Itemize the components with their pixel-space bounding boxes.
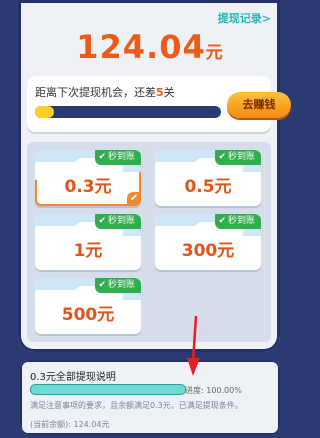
withdraw-option-4[interactable]: ✔ 秒到账 500元	[35, 278, 141, 334]
instant-badge: ✔ 秒到账	[95, 214, 141, 229]
withdraw-option-0[interactable]: ✔ 秒到账 0.3元 ✔	[35, 150, 141, 206]
progress-bar	[35, 106, 221, 118]
instant-badge: ✔ 秒到账	[95, 150, 141, 165]
withdraw-info-box: 0.3元全部提现说明 进度: 100.00% 满足注意事项的要求，且余额满足0.…	[20, 360, 280, 435]
progress-text-before: 距离下次提现机会，还差	[35, 86, 156, 99]
balance-display: 124.04元	[0, 28, 299, 66]
earn-money-button[interactable]: 去赚钱	[227, 92, 291, 118]
info-progress-label: 进度: 100.00%	[185, 386, 242, 395]
option-amount: 0.3元	[64, 177, 112, 197]
option-amount: 500元	[61, 305, 115, 325]
info-progress-bar	[30, 384, 186, 395]
withdraw-option-3[interactable]: ✔ 秒到账 300元	[155, 214, 261, 270]
progress-text-after: 关	[163, 86, 175, 99]
instant-badge: ✔ 秒到账	[215, 150, 261, 165]
info-current-balance: (当前余额): 124.04元	[30, 420, 110, 429]
levels-left: 5	[156, 86, 164, 99]
check-circle-icon: ✔	[98, 280, 106, 290]
check-circle-icon: ✔	[98, 152, 106, 162]
next-withdraw-progress-card: 距离下次提现机会，还差5关 去赚钱	[27, 76, 291, 132]
balance-amount: 124.04	[76, 28, 206, 66]
check-icon: ✔	[127, 192, 141, 206]
progress-bar-fill	[35, 106, 54, 118]
option-amount: 300元	[181, 241, 235, 261]
info-title: 0.3元全部提现说明	[30, 372, 116, 383]
option-amount: 1元	[73, 241, 103, 261]
check-circle-icon: ✔	[218, 152, 226, 162]
withdraw-record-link[interactable]: 提现记录>	[218, 10, 271, 26]
check-circle-icon: ✔	[98, 216, 106, 226]
option-amount: 0.5元	[184, 177, 232, 197]
progress-text: 距离下次提现机会，还差5关	[35, 84, 175, 100]
check-circle-icon: ✔	[218, 216, 226, 226]
withdraw-option-2[interactable]: ✔ 秒到账 1元	[35, 214, 141, 270]
instant-badge: ✔ 秒到账	[215, 214, 261, 229]
info-description: 满足注意事项的要求，且余额满足0.3元，已满足提现条件。	[30, 401, 243, 410]
withdraw-options-panel: ✔ 秒到账 0.3元 ✔ ✔ 秒到账 0.5元 ✔ 秒到账 1元 ✔ 秒到账 300元 …	[27, 142, 271, 342]
withdraw-option-1[interactable]: ✔ 秒到账 0.5元	[155, 150, 261, 206]
instant-badge: ✔ 秒到账	[95, 278, 141, 293]
balance-unit: 元	[205, 43, 223, 63]
page: { "header": { "record_link": "提现记录>" }, …	[0, 0, 299, 438]
red-arrow-icon	[187, 316, 200, 376]
